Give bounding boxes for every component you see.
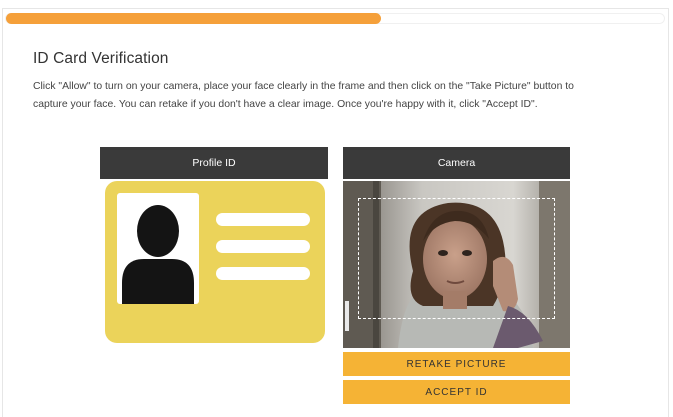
id-text-line (216, 267, 310, 280)
instructions-text: Click "Allow" to turn on your camera, pl… (33, 78, 645, 114)
instructions-line-2: capture your face. You can retake if you… (33, 99, 538, 110)
accept-id-button[interactable]: ACCEPT ID (343, 380, 570, 404)
face-guide-frame (358, 198, 555, 319)
id-text-line (216, 213, 310, 226)
id-photo-placeholder (117, 193, 199, 304)
retake-picture-button[interactable]: RETAKE PICTURE (343, 352, 570, 376)
profile-id-header: Profile ID (100, 147, 328, 179)
id-text-line (216, 240, 310, 253)
instructions-line-1: Click "Allow" to turn on your camera, pl… (33, 81, 574, 92)
progress-bar (5, 13, 665, 24)
camera-header: Camera (343, 147, 570, 179)
camera-feed (343, 181, 570, 348)
person-silhouette-icon (122, 205, 194, 304)
id-card-illustration (105, 181, 325, 343)
progress-fill (6, 13, 382, 24)
page-title: ID Card Verification (33, 50, 169, 67)
